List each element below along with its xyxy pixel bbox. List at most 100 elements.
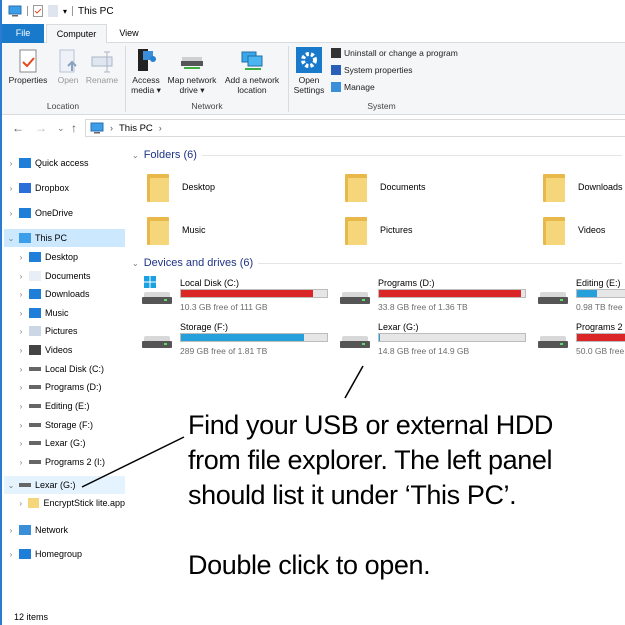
folder-downloads[interactable]: Downloads bbox=[543, 172, 623, 202]
drive-storage-f[interactable]: Storage (F:) 289 GB free of 1.81 TB bbox=[142, 322, 332, 362]
address-bar[interactable]: › This PC › bbox=[85, 119, 625, 137]
chevron-right-icon[interactable]: › bbox=[6, 159, 16, 168]
group-label-location: Location bbox=[46, 101, 80, 111]
manage-button[interactable]: Manage bbox=[331, 82, 375, 92]
drive-programs-2[interactable]: Programs 2 50.0 GB free bbox=[538, 322, 625, 362]
forward-button[interactable]: → bbox=[35, 121, 47, 135]
chevron-right-icon[interactable]: › bbox=[16, 346, 26, 355]
nav-item-encryptstick-lite-app[interactable]: › EncryptStick lite.app bbox=[4, 494, 125, 512]
nav-item-local-disk-c[interactable]: › Local Disk (C:) bbox=[4, 360, 125, 378]
folder-label: Downloads bbox=[578, 182, 623, 192]
drive-free-space: 0.98 TB free bbox=[576, 302, 623, 312]
collapse-chevron-icon: ⌄ bbox=[132, 258, 139, 268]
nav-item-documents[interactable]: › Documents bbox=[4, 267, 125, 285]
drive-editing-e[interactable]: Editing (E:) 0.98 TB free bbox=[538, 278, 625, 318]
nav-item-videos[interactable]: › Videos bbox=[4, 341, 125, 359]
nav-item-storage-f[interactable]: › Storage (F:) bbox=[4, 416, 125, 434]
customize-dropdown-icon[interactable]: ▾ bbox=[63, 7, 67, 16]
rename-button[interactable]: Rename bbox=[84, 49, 120, 85]
add-network-location-button[interactable]: Add a network location bbox=[221, 47, 283, 95]
breadcrumb-chevron[interactable]: › bbox=[159, 123, 162, 133]
nav-item-programs-d[interactable]: › Programs (D:) bbox=[4, 378, 125, 396]
nav-item-label: Editing (E:) bbox=[45, 401, 90, 411]
system-properties-button[interactable]: System properties bbox=[331, 65, 413, 75]
folder-music[interactable]: Music bbox=[147, 215, 206, 245]
chevron-right-icon[interactable]: › bbox=[16, 421, 26, 430]
properties-button[interactable]: Properties bbox=[6, 49, 50, 85]
map-network-drive-button[interactable]: Map network drive ▾ bbox=[164, 47, 220, 95]
chevron-right-icon[interactable]: › bbox=[16, 327, 26, 336]
chevron-right-icon[interactable]: › bbox=[6, 184, 16, 193]
new-folder-icon[interactable] bbox=[48, 5, 58, 17]
tab-computer[interactable]: Computer bbox=[46, 24, 107, 44]
nav-item-network[interactable]: › Network bbox=[4, 521, 125, 539]
documents-icon bbox=[29, 271, 41, 281]
chevron-right-icon[interactable]: › bbox=[16, 383, 26, 392]
chevron-right-icon[interactable]: › bbox=[6, 209, 16, 218]
nav-item-pictures[interactable]: › Pictures bbox=[4, 322, 125, 340]
chevron-right-icon[interactable]: › bbox=[16, 365, 26, 374]
tab-view[interactable]: View bbox=[110, 24, 148, 43]
nav-item-lexar-g[interactable]: ⌄ Lexar (G:) bbox=[4, 476, 125, 494]
drive-usage-fill bbox=[181, 290, 314, 297]
chevron-down-icon[interactable]: ⌄ bbox=[6, 234, 16, 243]
nav-item-editing-e[interactable]: › Editing (E:) bbox=[4, 397, 125, 415]
properties-icon[interactable] bbox=[33, 5, 43, 17]
uninstall-program-button[interactable]: Uninstall or change a program bbox=[331, 48, 458, 58]
homegroup-icon bbox=[19, 549, 31, 559]
breadcrumb-chevron[interactable]: › bbox=[110, 123, 113, 133]
tab-file[interactable]: File bbox=[2, 24, 44, 43]
open-settings-button[interactable]: Open Settings bbox=[291, 47, 327, 95]
nav-item-programs-2-i[interactable]: › Programs 2 (I:) bbox=[4, 453, 125, 471]
group-label-network: Network bbox=[191, 101, 223, 111]
open-button[interactable]: Open bbox=[54, 49, 82, 85]
nav-item-onedrive[interactable]: › OneDrive bbox=[4, 204, 125, 222]
breadcrumb-this-pc[interactable]: This PC bbox=[119, 123, 153, 134]
drive-local-disk-c[interactable]: Local Disk (C:) 10.3 GB free of 111 GB bbox=[142, 276, 332, 318]
chevron-down-icon[interactable]: ⌄ bbox=[6, 481, 16, 490]
windows-logo-icon bbox=[144, 276, 156, 288]
folder-icon bbox=[345, 215, 367, 245]
add-location-label-1: Add a network bbox=[224, 75, 280, 85]
drive-usage-fill bbox=[379, 334, 381, 341]
nav-item-downloads[interactable]: › Downloads bbox=[4, 285, 125, 303]
drive-icon bbox=[29, 423, 41, 427]
file-explorer-window: ▾ This PC File Computer View Properties … bbox=[0, 0, 625, 625]
chevron-right-icon[interactable]: › bbox=[16, 439, 26, 448]
chevron-right-icon[interactable]: › bbox=[6, 526, 16, 535]
nav-item-quick-access[interactable]: › Quick access bbox=[4, 154, 125, 172]
chevron-right-icon[interactable]: › bbox=[16, 309, 26, 318]
devices-section-header[interactable]: ⌄ Devices and drives (6) bbox=[132, 257, 622, 269]
hard-drive-icon bbox=[142, 336, 172, 350]
folder-desktop[interactable]: Desktop bbox=[147, 172, 215, 202]
up-button[interactable]: ↑ bbox=[71, 121, 77, 135]
recent-locations-button[interactable]: ⌄ bbox=[57, 123, 65, 134]
folder-icon bbox=[543, 172, 565, 202]
chevron-right-icon[interactable]: › bbox=[16, 253, 26, 262]
nav-item-dropbox[interactable]: › Dropbox bbox=[4, 179, 125, 197]
annotation-text: Find your USB or external HDD from file … bbox=[188, 408, 620, 583]
folder-videos[interactable]: Videos bbox=[543, 215, 605, 245]
nav-item-this-pc[interactable]: ⌄ This PC bbox=[4, 229, 125, 247]
chevron-right-icon[interactable]: › bbox=[16, 458, 26, 467]
folder-pictures[interactable]: Pictures bbox=[345, 215, 413, 245]
folders-section-header[interactable]: ⌄ Folders (6) bbox=[132, 149, 622, 161]
chevron-right-icon[interactable]: › bbox=[16, 402, 26, 411]
chevron-right-icon[interactable]: › bbox=[16, 499, 25, 508]
chevron-right-icon[interactable]: › bbox=[16, 272, 26, 281]
nav-item-label: Dropbox bbox=[35, 183, 70, 193]
drive-free-space: 289 GB free of 1.81 TB bbox=[180, 346, 268, 356]
cloud-icon bbox=[19, 208, 31, 218]
folder-label: Videos bbox=[578, 225, 606, 235]
chevron-right-icon[interactable]: › bbox=[16, 290, 26, 299]
nav-item-desktop[interactable]: › Desktop bbox=[4, 248, 125, 266]
access-media-button[interactable]: Access media ▾ bbox=[128, 47, 164, 95]
chevron-right-icon[interactable]: › bbox=[6, 550, 16, 559]
nav-item-lexar-g[interactable]: › Lexar (G:) bbox=[4, 434, 125, 452]
drive-programs-d[interactable]: Programs (D:) 33.8 GB free of 1.36 TB bbox=[340, 278, 530, 318]
back-button[interactable]: ← bbox=[12, 121, 24, 135]
nav-item-homegroup[interactable]: › Homegroup bbox=[4, 545, 125, 563]
folder-documents[interactable]: Documents bbox=[345, 172, 426, 202]
drive-lexar-g[interactable]: Lexar (G:) 14.8 GB free of 14.9 GB bbox=[340, 322, 530, 362]
nav-item-music[interactable]: › Music bbox=[4, 304, 125, 322]
